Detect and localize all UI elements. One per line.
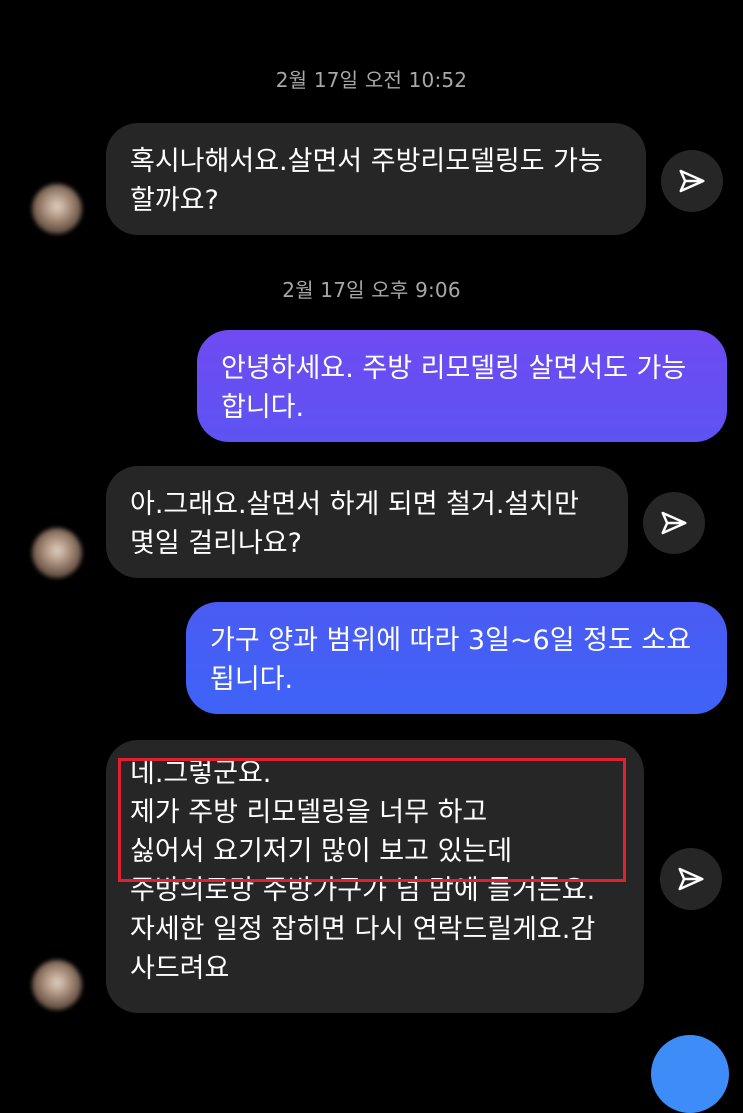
message-text: 합니다. xyxy=(221,392,305,423)
message-text: 됩니다. xyxy=(210,664,294,695)
share-button[interactable] xyxy=(643,492,705,554)
message-text: 제가 주방 리모델링을 너무 하고 xyxy=(130,797,488,828)
message-text: 자세한 일정 잡히면 다시 연락드릴게요.감 xyxy=(130,914,596,945)
message-text: 할까요? xyxy=(130,185,219,216)
paper-plane-icon xyxy=(678,867,704,891)
message-text: 주방의로망 주방가구가 넘 맘에 들거든요. xyxy=(130,875,596,906)
incoming-message[interactable]: 혹시나해서요.살면서 주방리모델링도 가능 할까요? xyxy=(106,123,646,235)
message-text: 사드려요 xyxy=(130,953,230,984)
message-text: 싫어서 요기저기 많이 보고 있는데 xyxy=(130,836,513,867)
message-text: 안녕하세요. 주방 리모델링 살면서도 가능 xyxy=(221,353,687,384)
message-text: 혹시나해서요.살면서 주방리모델링도 가능 xyxy=(130,146,603,177)
timestamp: 2월 17일 오후 9:06 xyxy=(282,278,461,302)
share-button[interactable] xyxy=(660,848,722,910)
paper-plane-icon xyxy=(661,511,687,535)
user-avatar[interactable] xyxy=(32,184,82,234)
scroll-down-button[interactable] xyxy=(651,1035,729,1113)
incoming-message[interactable]: 아.그래요.살면서 하게 되면 철거.설치만 몇일 걸리나요? xyxy=(106,466,628,578)
outgoing-message[interactable]: 가구 양과 범위에 따라 3일~6일 정도 소요 됩니다. xyxy=(186,602,727,714)
chat-screen: { "colors": { "background": "#000000", "… xyxy=(0,0,743,1113)
timestamp: 2월 17일 오전 10:52 xyxy=(275,68,468,92)
message-text: 몇일 걸리나요? xyxy=(130,528,302,559)
user-avatar[interactable] xyxy=(32,528,82,578)
message-text: 네.그렇군요. xyxy=(130,758,272,789)
incoming-message[interactable]: 네.그렇군요. 제가 주방 리모델링을 너무 하고 싫어서 요기저기 많이 보고… xyxy=(106,740,644,1013)
share-button[interactable] xyxy=(661,150,723,212)
user-avatar[interactable] xyxy=(32,960,82,1010)
message-text: 아.그래요.살면서 하게 되면 철거.설치만 xyxy=(130,489,579,520)
message-text: 가구 양과 범위에 따라 3일~6일 정도 소요 xyxy=(210,625,692,656)
paper-plane-icon xyxy=(679,169,705,193)
outgoing-message[interactable]: 안녕하세요. 주방 리모델링 살면서도 가능 합니다. xyxy=(197,330,727,442)
